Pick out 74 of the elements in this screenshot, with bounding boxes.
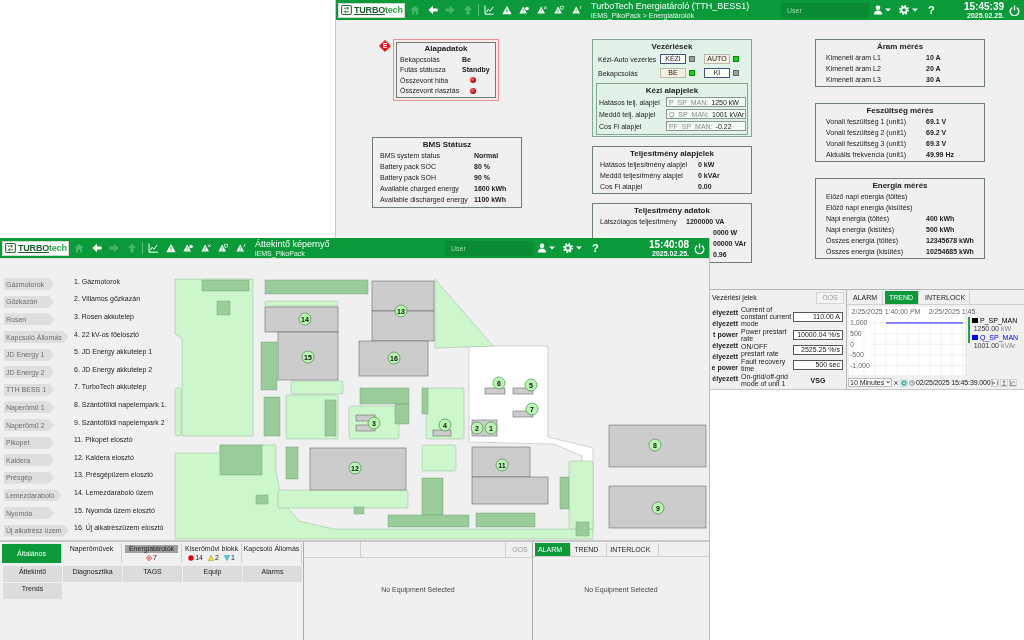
user-icon[interactable] [873, 5, 883, 15]
outbuilding [353, 506, 365, 515]
outbuilding [216, 300, 231, 316]
chart-tool-icon[interactable] [1009, 378, 1018, 387]
caret-icon[interactable] [912, 8, 918, 12]
clock-time: 15:45:39 [963, 1, 1004, 12]
user-icon[interactable] [537, 243, 547, 253]
help-button[interactable]: ? [928, 4, 935, 16]
screen-title: Áttekintő képernyő [255, 239, 330, 249]
warning-x-icon[interactable] [200, 243, 211, 253]
outbuilding [421, 387, 429, 415]
outbuilding [201, 279, 250, 292]
alarm-diamond-icon [146, 555, 153, 561]
warning-comment-icon[interactable] [554, 5, 564, 15]
outbuilding [324, 399, 337, 437]
panel-title: Feszültség mérés [865, 105, 935, 116]
warning-icon[interactable] [165, 243, 176, 253]
screen-title: TurboTech Energiatároló (TTH_BESS1) [591, 1, 750, 11]
close-icon[interactable] [893, 379, 899, 386]
refresh-icon[interactable] [900, 378, 908, 387]
panel-title: Vezérlések [650, 41, 694, 52]
building [432, 429, 452, 437]
outbuilding [559, 476, 570, 510]
clock-time: 15:40:08 [648, 239, 689, 250]
building [484, 387, 506, 395]
alarm-dot-icon [188, 555, 195, 561]
panel-title: Energia mérés [871, 180, 929, 191]
panel-title: Teljesítmény adatok [633, 205, 711, 216]
warning-icon[interactable] [501, 5, 512, 15]
outbuilding [255, 494, 269, 505]
outbuilding [285, 446, 299, 480]
chart-icon[interactable] [148, 243, 158, 253]
logo-text: TURBOtech [18, 243, 67, 253]
logo-icon [341, 5, 352, 15]
outbuilding [263, 396, 281, 437]
settings-icon[interactable] [563, 243, 573, 253]
settings-icon[interactable] [899, 5, 909, 15]
power-icon[interactable] [1009, 4, 1020, 16]
building [512, 387, 534, 395]
outbuilding [260, 341, 278, 391]
arrow-left-icon[interactable] [91, 243, 102, 253]
caret-icon[interactable] [549, 246, 555, 250]
logo-text: TURBOtech [354, 5, 403, 15]
panel-title: BMS Státusz [421, 139, 473, 150]
chart-icon[interactable] [484, 5, 494, 15]
panel-title: Teljesítmény alapjelek [629, 148, 715, 159]
lawn-area [421, 444, 457, 472]
warning-x-icon[interactable] [536, 5, 547, 15]
panel-title: Alapadatok [423, 43, 469, 54]
building [355, 414, 376, 422]
caret-icon[interactable] [576, 246, 582, 250]
alarm-funnel-icon [223, 555, 230, 561]
arrow-left-icon[interactable] [427, 5, 438, 15]
warning-s-icon[interactable] [571, 5, 582, 15]
clock-icon [909, 379, 915, 386]
chart-tool-icon[interactable] [991, 378, 1000, 387]
caret-icon[interactable] [885, 8, 891, 12]
panel-title: Áram mérés [875, 41, 925, 52]
lawn-area [434, 278, 494, 349]
building [512, 410, 534, 418]
help-button[interactable]: ? [592, 242, 599, 254]
legend-marker-icon [968, 317, 970, 343]
chart-tool-icon[interactable] [1000, 378, 1009, 387]
alarm-triangle-icon [208, 555, 214, 561]
outbuilding [219, 444, 263, 476]
logo-icon [5, 243, 16, 253]
caret-icon [886, 381, 890, 384]
panel-title: Kézi alapjelek [644, 85, 700, 96]
warning-s-icon[interactable] [235, 243, 246, 253]
warning-comment-icon[interactable] [218, 243, 228, 253]
building [355, 424, 376, 432]
power-icon[interactable] [694, 242, 705, 254]
outbuilding [575, 521, 590, 537]
outbuilding [475, 512, 536, 528]
